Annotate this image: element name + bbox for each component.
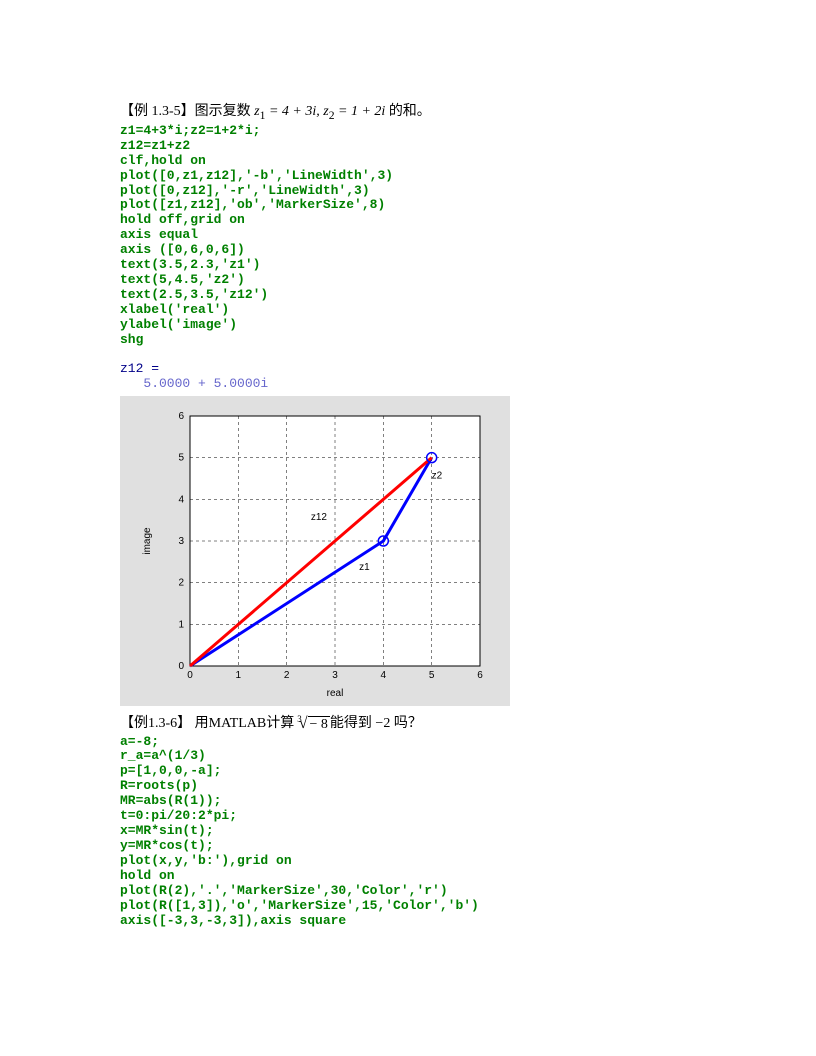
svg-text:5: 5 [429,670,435,681]
ex1-title-prefix: 【例 1.3-5】图示复数 [120,104,251,119]
svg-text:4: 4 [381,670,387,681]
svg-text:2: 2 [178,577,184,588]
svg-text:3: 3 [178,536,184,547]
svg-text:0: 0 [178,661,184,672]
svg-text:image: image [142,527,153,555]
example-1-heading: 【例 1.3-5】图示复数 z1 = 4 + 3i, z2 = 1 + 2i 的… [120,100,696,122]
ex2-title-prefix: 【例1.3-6】 用MATLAB计算 [120,716,294,731]
page-content: 【例 1.3-5】图示复数 z1 = 4 + 3i, z2 = 1 + 2i 的… [0,0,816,969]
svg-text:z2: z2 [432,470,443,481]
svg-text:5: 5 [178,452,184,463]
ex1-title-math: z [251,104,260,119]
complex-sum-chart: 0 1 2 3 4 5 6 0 1 2 3 4 5 6 z1 z2 z12 real image [120,396,510,706]
chart-figure-bg: 0 1 2 3 4 5 6 0 1 2 3 4 5 6 z1 z2 z12 real image [120,396,510,706]
ex2-title-suffix: 能得到 −2 吗？ [330,716,422,731]
svg-text:0: 0 [187,670,193,681]
svg-text:1: 1 [236,670,242,681]
svg-text:4: 4 [178,494,184,505]
ex1-code-block: z1=4+3*i;z2=1+2*i; z12=z1+z2 clf,hold on… [120,124,696,348]
ex2-code-block: a=-8; r_a=a^(1/3) p=[1,0,0,-a]; R=roots(… [120,735,696,929]
svg-text:1: 1 [178,619,184,630]
ex1-output-val: 5.0000 + 5.0000i [120,377,696,392]
example-2-heading: 【例1.3-6】 用MATLAB计算3√− 8能得到 −2 吗？ [120,712,696,733]
svg-text:6: 6 [178,411,184,422]
svg-text:3: 3 [332,670,338,681]
svg-text:2: 2 [284,670,290,681]
svg-text:6: 6 [477,670,483,681]
svg-text:z1: z1 [359,562,370,573]
svg-text:real: real [327,688,344,699]
svg-text:z12: z12 [311,512,328,523]
ex1-output-var: z12 = [120,362,696,377]
ex1-title-suffix: 的和。 [389,104,431,119]
ex2-title-math: 3√− 8 [294,715,330,733]
